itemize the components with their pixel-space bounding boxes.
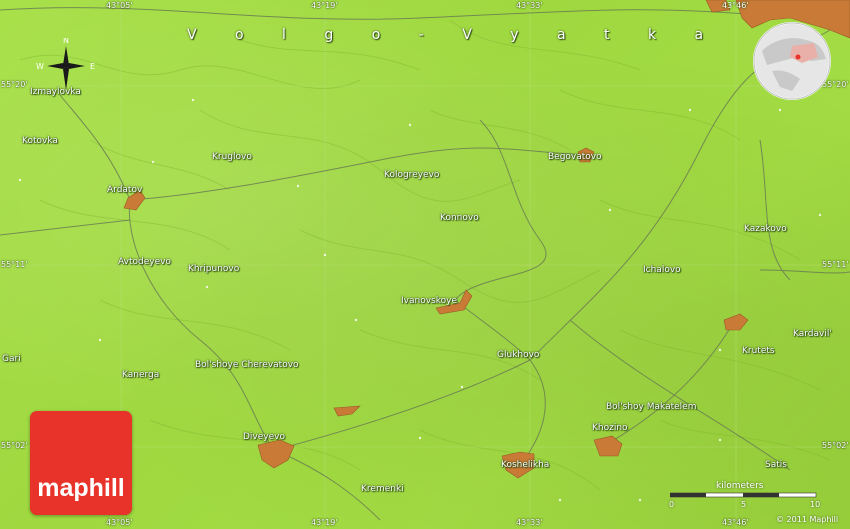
town-label: Avtodeyevo (118, 257, 171, 267)
road-diveyevo-glukhovo (274, 359, 531, 451)
road-ardatov-diveyevo (128, 199, 276, 451)
town-label: Diveyevo (243, 432, 285, 442)
town-label: Begovatovo (548, 152, 602, 162)
globe-locator (752, 21, 832, 101)
settlement-kardavil (723, 313, 749, 331)
maphill-logo[interactable]: maphill (30, 411, 132, 515)
coord-bottom-2: 43°19' (311, 518, 338, 527)
road-ardatov-begovatovo (129, 147, 586, 201)
town-label: Bol'shoy Makatelem (606, 402, 697, 412)
road-konnovo (454, 119, 547, 301)
town-label: Ivanovskoye (401, 296, 457, 306)
town-label: Konnovo (440, 213, 479, 223)
settlements (123, 0, 850, 479)
settlement-diveyevo (257, 439, 295, 469)
road-ardatov-west (0, 219, 131, 236)
coord-bottom-4: 43°46' (722, 518, 749, 527)
town-label: Kremenki (361, 484, 404, 494)
town-label: Khozino (592, 423, 628, 433)
coord-bottom-3: 43°33' (516, 518, 543, 527)
town-label: Kanerga (122, 370, 160, 380)
coord-top-3: 43°33' (516, 1, 543, 10)
town-label: Kotovka (22, 136, 58, 146)
coord-left-1: 55°20' (1, 80, 28, 89)
town-label: Glukhovo (497, 350, 540, 360)
region-label: V o l g o - V y a t k a (187, 27, 721, 43)
settlement-khozino (593, 435, 623, 457)
coord-right-2: 55°11' (822, 260, 849, 269)
town-label: Gari (2, 354, 21, 364)
terrain-shading (19, 19, 831, 491)
town-label: Khripunovo (188, 264, 240, 274)
scale-tick: 5 (741, 500, 747, 509)
settlement-unnamed-south (333, 405, 361, 417)
compass-west: W (36, 62, 44, 71)
coord-top-2: 43°19' (311, 1, 338, 10)
coord-bottom-1: 43°05' (106, 518, 133, 527)
copyright-notice: © 2011 Maphill (776, 515, 839, 524)
town-label: Bol'shoye Cherevatovo (195, 360, 299, 370)
compass-east: E (90, 62, 95, 71)
town-label: Kologreyevo (384, 170, 440, 180)
town-label: Koshelikha (501, 460, 550, 470)
coord-left-2: 55°11' (1, 260, 28, 269)
road-east-north (759, 139, 791, 281)
compass-north: N (63, 38, 69, 45)
scale-tick: 0 (669, 500, 675, 509)
coord-top-1: 43°05' (106, 1, 133, 10)
compass-rose: N W E (34, 36, 98, 94)
scale-title: kilometers (716, 481, 764, 491)
scale-bar: kilometers 0 5 10 (664, 481, 824, 511)
coord-right-3: 55°02' (822, 441, 849, 450)
town-label: Kazakovo (744, 224, 787, 234)
logo-text: maphill (37, 474, 125, 502)
town-label: Ardatov (107, 185, 143, 195)
scale-tick: 10 (810, 500, 821, 509)
town-label: Ichalovo (643, 265, 681, 275)
town-label: Krutets (742, 346, 775, 356)
coord-top-4: 43°46' (722, 1, 749, 10)
town-label: Satis (765, 460, 787, 470)
town-label: Kruglovo (212, 152, 252, 162)
coord-left-3: 55°02' (1, 441, 28, 450)
road-kazakovo-east (759, 269, 850, 274)
map-canvas[interactable]: V o l g o - V y a t k a 43°05' 43°19' 43… (0, 0, 850, 529)
town-label: Kardavil' (793, 329, 832, 339)
